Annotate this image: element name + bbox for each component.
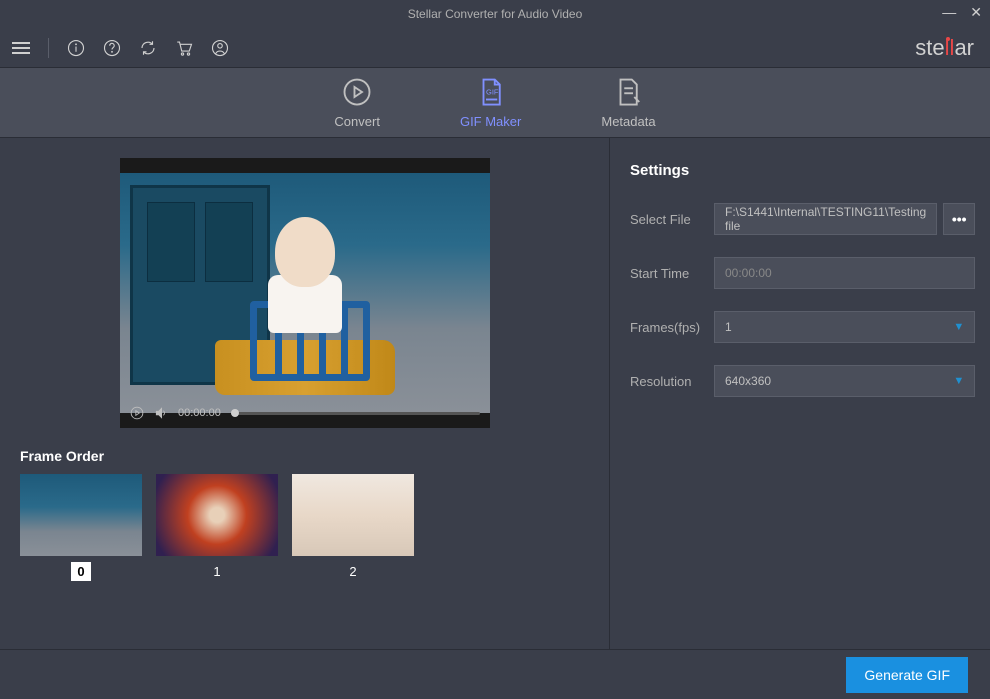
- gif-file-icon: GIF: [475, 76, 507, 108]
- tab-label: GIF Maker: [460, 114, 521, 129]
- tab-gifmaker[interactable]: GIF GIF Maker: [460, 76, 521, 129]
- setting-row-selectfile: Select File F:\S1441\Internal\TESTING11\…: [630, 203, 975, 235]
- main-tabs: Convert GIF GIF Maker Metadata: [0, 68, 990, 138]
- setting-row-starttime: Start Time 00:00:00: [630, 257, 975, 289]
- chevron-down-icon: ▼: [953, 375, 964, 387]
- starttime-input[interactable]: 00:00:00: [714, 257, 975, 289]
- resolution-select[interactable]: 640x360 ▼: [714, 365, 975, 397]
- toolbar: stellar: [0, 28, 990, 68]
- frame-index: 2: [343, 562, 362, 581]
- left-panel: 00:00:00 Frame Order 0 1 2: [0, 138, 610, 649]
- svg-text:GIF: GIF: [486, 88, 499, 97]
- refresh-icon[interactable]: [139, 39, 157, 57]
- video-time: 00:00:00: [178, 407, 221, 419]
- frame-index: 0: [71, 562, 90, 581]
- window-controls: — ✕: [942, 4, 982, 21]
- frame-thumbnail: [292, 474, 414, 556]
- minimize-button[interactable]: —: [942, 4, 956, 21]
- frame-thumbnail: [156, 474, 278, 556]
- video-scrubber[interactable]: [231, 412, 480, 415]
- chevron-down-icon: ▼: [953, 321, 964, 333]
- tab-label: Convert: [334, 114, 380, 129]
- tab-label: Metadata: [601, 114, 655, 129]
- tab-convert[interactable]: Convert: [334, 76, 380, 129]
- document-edit-icon: [612, 76, 644, 108]
- separator: [48, 38, 49, 58]
- app-title: Stellar Converter for Audio Video: [408, 7, 583, 21]
- close-button[interactable]: ✕: [970, 4, 982, 21]
- user-icon[interactable]: [211, 39, 229, 57]
- tab-metadata[interactable]: Metadata: [601, 76, 655, 129]
- frame-order-heading: Frame Order: [20, 448, 599, 464]
- hamburger-menu-icon[interactable]: [12, 42, 30, 54]
- video-preview[interactable]: 00:00:00: [120, 158, 490, 428]
- setting-row-frames: Frames(fps) 1 ▼: [630, 311, 975, 343]
- brand-logo: stellar: [915, 35, 974, 61]
- play-icon[interactable]: [130, 406, 144, 420]
- browse-button[interactable]: •••: [943, 203, 975, 235]
- frame-thumbnail: [20, 474, 142, 556]
- play-circle-icon: [341, 76, 373, 108]
- cart-icon[interactable]: [175, 39, 193, 57]
- video-frame-image: [120, 173, 490, 413]
- help-icon[interactable]: [103, 39, 121, 57]
- resolution-label: Resolution: [630, 374, 714, 389]
- frames-select[interactable]: 1 ▼: [714, 311, 975, 343]
- selectfile-label: Select File: [630, 212, 714, 227]
- titlebar: Stellar Converter for Audio Video — ✕: [0, 0, 990, 28]
- video-controls: 00:00:00: [130, 406, 480, 420]
- settings-panel: Settings Select File F:\S1441\Internal\T…: [610, 138, 990, 649]
- footer: Generate GIF: [0, 649, 990, 699]
- frame-item[interactable]: 2: [292, 474, 414, 581]
- settings-heading: Settings: [630, 162, 975, 179]
- volume-icon[interactable]: [154, 406, 168, 420]
- frame-index: 1: [207, 562, 226, 581]
- starttime-label: Start Time: [630, 266, 714, 281]
- info-icon[interactable]: [67, 39, 85, 57]
- frame-item[interactable]: 0: [20, 474, 142, 581]
- selectfile-input[interactable]: F:\S1441\Internal\TESTING11\Testing file: [714, 203, 937, 235]
- frame-item[interactable]: 1: [156, 474, 278, 581]
- setting-row-resolution: Resolution 640x360 ▼: [630, 365, 975, 397]
- generate-gif-button[interactable]: Generate GIF: [846, 657, 968, 693]
- main-content: 00:00:00 Frame Order 0 1 2 Settings Sele…: [0, 138, 990, 649]
- frames-list: 0 1 2: [20, 474, 599, 581]
- frames-label: Frames(fps): [630, 320, 714, 335]
